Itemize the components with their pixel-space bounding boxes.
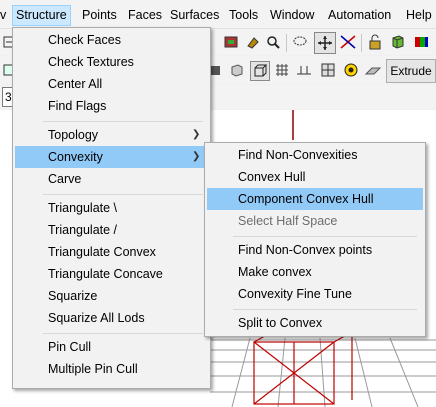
menu-separator bbox=[43, 194, 203, 195]
menu-item-topology[interactable]: Topology ❯ bbox=[15, 124, 208, 146]
box-shaded-icon[interactable] bbox=[228, 61, 246, 79]
menu-item-triangulate-concave[interactable]: Triangulate Concave bbox=[15, 263, 208, 285]
menu-item-find-flags[interactable]: Find Flags bbox=[15, 95, 208, 117]
menu-item-label: Triangulate Concave bbox=[48, 267, 163, 281]
menu-item-label: Topology bbox=[48, 128, 99, 142]
menu-help[interactable]: Help bbox=[406, 6, 432, 24]
axis-tool-icon[interactable] bbox=[339, 33, 357, 51]
menubar: v Structure Points Faces Surfaces Tools … bbox=[0, 0, 436, 29]
menu-item-make-convex[interactable]: Make convex bbox=[207, 261, 423, 283]
normals-icon[interactable] bbox=[295, 61, 313, 79]
menu-window[interactable]: Window bbox=[270, 6, 314, 24]
menu-item-label: Triangulate / bbox=[48, 223, 118, 237]
menu-item-label: Select Half Space bbox=[238, 214, 338, 228]
menu-item-label: Triangulate Convex bbox=[48, 245, 156, 259]
menu-item-label: Split to Convex bbox=[238, 316, 323, 330]
cube-color-icon[interactable] bbox=[389, 33, 407, 51]
menu-item-label: Convexity bbox=[48, 150, 103, 164]
menu-item-label: Triangulate \ bbox=[48, 201, 118, 215]
grid-icon[interactable] bbox=[273, 61, 291, 79]
plate-icon[interactable] bbox=[364, 61, 382, 79]
menu-structure[interactable]: Structure bbox=[12, 5, 71, 26]
move-tool-icon[interactable] bbox=[314, 32, 336, 54]
menu-item-squarize-all-lods[interactable]: Squarize All Lods bbox=[15, 307, 208, 329]
menu-item-triangulate-convex[interactable]: Triangulate Convex bbox=[15, 241, 208, 263]
menu-item-label: Convexity Fine Tune bbox=[238, 287, 352, 301]
menu-item-label: Find Non-Convexities bbox=[238, 148, 358, 162]
lasso-select-icon[interactable] bbox=[291, 33, 309, 51]
menu-item-squarize[interactable]: Squarize bbox=[15, 285, 208, 307]
menu-item-center-all[interactable]: Center All bbox=[15, 73, 208, 95]
menu-item-label: Check Textures bbox=[48, 55, 134, 69]
menu-item-label: Squarize bbox=[48, 289, 98, 303]
menu-separator bbox=[43, 121, 203, 122]
menu-item-label: Center All bbox=[48, 77, 103, 91]
menu-item-find-non-convexities[interactable]: Find Non-Convexities bbox=[207, 144, 423, 166]
menu-item-label: Convex Hull bbox=[238, 170, 306, 184]
box-wireframe-icon[interactable] bbox=[250, 61, 270, 81]
menu-item-label: Check Faces bbox=[48, 33, 121, 47]
menu-item-label: Component Convex Hull bbox=[238, 192, 374, 206]
submenu-arrow-icon: ❯ bbox=[192, 151, 201, 162]
menu-item-find-non-convex-points[interactable]: Find Non-Convex points bbox=[207, 239, 423, 261]
menu-item-label: Find Flags bbox=[48, 99, 107, 113]
menu-item-triangulate-backslash[interactable]: Triangulate \ bbox=[15, 197, 208, 219]
menu-item-label: Squarize All Lods bbox=[48, 311, 145, 325]
menu-item-convexity[interactable]: Convexity ❯ bbox=[15, 146, 208, 168]
lock-icon[interactable] bbox=[366, 33, 384, 51]
menu-item-label: Carve bbox=[48, 172, 82, 186]
menu-view[interactable]: v bbox=[0, 6, 6, 24]
menu-separator bbox=[233, 236, 417, 237]
paint-tool-icon[interactable] bbox=[244, 33, 262, 51]
menu-item-select-half-space: Select Half Space bbox=[207, 210, 423, 232]
menu-item-carve[interactable]: Carve bbox=[15, 168, 208, 190]
selection-star-icon[interactable] bbox=[342, 61, 360, 79]
menu-item-label: Find Non-Convex points bbox=[238, 243, 373, 257]
menu-item-component-convex-hull[interactable]: Component Convex Hull bbox=[207, 188, 423, 210]
menu-item-split-to-convex[interactable]: Split to Convex bbox=[207, 312, 423, 334]
texture-tool-icon[interactable] bbox=[222, 33, 240, 51]
menu-item-check-faces[interactable]: Check Faces bbox=[15, 29, 208, 51]
menu-item-label: Make convex bbox=[238, 265, 312, 279]
menu-item-multiple-pin-cull[interactable]: Multiple Pin Cull bbox=[15, 358, 208, 380]
menu-points[interactable]: Points bbox=[82, 6, 117, 24]
menu-item-triangulate-slash[interactable]: Triangulate / bbox=[15, 219, 208, 241]
menu-item-label: Pin Cull bbox=[48, 340, 92, 354]
menu-item-pin-cull[interactable]: Pin Cull bbox=[15, 336, 208, 358]
menu-faces[interactable]: Faces bbox=[128, 6, 162, 24]
menu-item-label: Multiple Pin Cull bbox=[48, 362, 138, 376]
menu-tools[interactable]: Tools bbox=[229, 6, 258, 24]
faces-grid-icon[interactable] bbox=[319, 61, 337, 79]
menu-item-convexity-fine-tune[interactable]: Convexity Fine Tune bbox=[207, 283, 423, 305]
extrude-button[interactable]: Extrude bbox=[386, 59, 436, 83]
menu-item-convex-hull[interactable]: Convex Hull bbox=[207, 166, 423, 188]
menu-separator bbox=[233, 309, 417, 310]
menu-automation[interactable]: Automation bbox=[328, 6, 391, 24]
zoom-icon[interactable] bbox=[264, 33, 282, 51]
menu-item-check-textures[interactable]: Check Textures bbox=[15, 51, 208, 73]
layers-icon[interactable] bbox=[412, 33, 430, 51]
menu-separator bbox=[43, 333, 203, 334]
menu-surfaces[interactable]: Surfaces bbox=[170, 6, 219, 24]
submenu-arrow-icon: ❯ bbox=[192, 129, 201, 140]
structure-menu: Check Faces Check Textures Center All Fi… bbox=[12, 27, 211, 389]
convexity-submenu: Find Non-Convexities Convex Hull Compone… bbox=[204, 142, 426, 337]
